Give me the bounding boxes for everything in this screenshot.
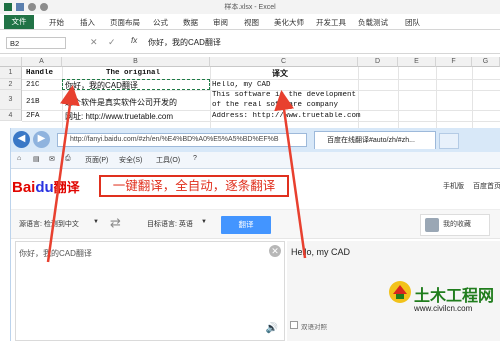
tab-file[interactable]: 文件	[4, 15, 34, 29]
browser-top-bar: ◀ ▶ http://fanyi.baidu.com/#zh/en/%E4%BD…	[11, 128, 500, 152]
tab-beautify[interactable]: 美化大师	[274, 17, 304, 28]
feeds-icon[interactable]: ▤	[33, 155, 40, 163]
tab-team[interactable]: 团队	[405, 17, 420, 28]
baidu-logo[interactable]: Baidu翻译	[12, 177, 80, 196]
cell-c2[interactable]: Hello, my CAD	[212, 81, 271, 89]
civilcn-logo-icon	[389, 281, 411, 303]
print-icon[interactable]: ⎙	[65, 155, 71, 163]
select-all-corner[interactable]	[0, 57, 22, 67]
slogan-banner: 一键翻译，全自动，逐条翻译	[99, 175, 289, 197]
bilingual-checkbox[interactable]	[290, 321, 298, 329]
confirm-icon[interactable]: ✓	[108, 37, 116, 48]
name-box[interactable]: B2	[6, 37, 66, 49]
cell-c4[interactable]: Address: http://www.truetable.com	[212, 112, 361, 120]
excel-window: 样本.xlsx - Excel 文件 开始 插入 页面布局 公式 数据 审阅 视…	[0, 0, 500, 128]
row-header-2[interactable]: 2	[0, 79, 22, 90]
tab-insert[interactable]: 插入	[80, 17, 95, 28]
translation-text: Hello, my CAD	[291, 247, 351, 257]
menu-safety[interactable]: 安全(S)	[119, 155, 142, 165]
clear-icon[interactable]: ✕	[269, 245, 281, 257]
column-header-g[interactable]: G	[472, 57, 500, 67]
user-icon	[425, 218, 439, 232]
mail-icon[interactable]: ✉	[49, 155, 55, 163]
cell-c1[interactable]: 译文	[272, 68, 288, 79]
cell-a1[interactable]: Handle	[26, 69, 53, 77]
column-header-b[interactable]: B	[62, 57, 210, 67]
swap-languages-icon[interactable]: ⇄	[110, 215, 121, 231]
watermark: 土木工程网 www.civilcn.com	[384, 278, 500, 341]
mobile-link[interactable]: 手机版	[443, 181, 464, 191]
tab-page-layout[interactable]: 页面布局	[110, 17, 140, 28]
home-icon[interactable]: ⌂	[17, 155, 21, 162]
watermark-title: 土木工程网	[414, 286, 495, 305]
tab-baidu-translate[interactable]: 百度在线翻译#auto/zh/#zh...	[314, 131, 436, 149]
translate-button[interactable]: 翻译	[221, 216, 271, 234]
cell-c3-line1[interactable]: This software is the development	[212, 91, 356, 99]
column-header-a[interactable]: A	[22, 57, 62, 67]
column-header-e[interactable]: E	[398, 57, 436, 67]
command-bar: ⌂ ▤ ✉ ⎙ 页面(P) 安全(S) 工具(O) ?	[11, 152, 500, 169]
bilingual-checkbox-label: 双语对照	[301, 324, 327, 331]
target-language-select[interactable]: 目标语言: 英语	[147, 219, 193, 229]
column-header-c[interactable]: C	[210, 57, 358, 67]
watermark-url: www.civilcn.com	[414, 304, 473, 313]
tab-developer[interactable]: 开发工具	[316, 17, 346, 28]
tab-data[interactable]: 数据	[183, 17, 198, 28]
tab-load-test[interactable]: 负载测试	[358, 17, 388, 28]
address-bar[interactable]: http://fanyi.baidu.com/#zh/en/%E4%BD%A0%…	[57, 133, 307, 147]
cancel-icon[interactable]: ✕	[90, 37, 98, 48]
translate-toolbar: 源语言: 检测到中文 ▼ ⇄ 目标语言: 英语 ▼ 翻译 我的收藏	[11, 209, 500, 239]
menu-page[interactable]: 页面(P)	[85, 155, 108, 165]
active-cell-marquee	[62, 79, 210, 90]
tab-formulas[interactable]: 公式	[153, 17, 168, 28]
help-icon[interactable]: ?	[193, 155, 197, 162]
source-language-select[interactable]: 源语言: 检测到中文	[19, 219, 79, 229]
baidu-home-link[interactable]: 百度首页	[473, 181, 500, 191]
cell-b3[interactable]: 这个软件是真实软件公司开发的	[65, 97, 177, 108]
formula-bar: B2 ✕ ✓ fx 你好，我的CAD翻译	[0, 31, 500, 54]
cell-a2[interactable]: 21C	[26, 81, 40, 89]
cell-c3-line2[interactable]: of the real software company	[212, 101, 338, 109]
tab-home[interactable]: 开始	[49, 17, 64, 28]
tab-review[interactable]: 审阅	[213, 17, 228, 28]
source-text[interactable]: 你好，我的CAD翻译	[19, 248, 92, 259]
source-text-area[interactable]: 你好，我的CAD翻译 ✕ 🔊	[15, 241, 285, 341]
fx-icon[interactable]: fx	[131, 36, 137, 45]
column-header-f[interactable]: F	[436, 57, 472, 67]
row-header-4[interactable]: 4	[0, 110, 22, 121]
excel-title-bar: 样本.xlsx - Excel	[0, 0, 500, 14]
ribbon-tabs: 文件 开始 插入 页面布局 公式 数据 审阅 视图 美化大师 开发工具 负载测试…	[0, 14, 500, 30]
chevron-down-icon: ▼	[93, 219, 99, 225]
new-tab-button[interactable]	[439, 133, 459, 149]
menu-tools[interactable]: 工具(O)	[156, 155, 180, 165]
column-header-d[interactable]: D	[358, 57, 398, 67]
cell-b4[interactable]: 网址: http://www.truetable.com	[65, 111, 173, 122]
my-collection-button[interactable]: 我的收藏	[420, 214, 490, 236]
row-header-3[interactable]: 3	[0, 90, 22, 110]
window-title: 样本.xlsx - Excel	[224, 4, 276, 11]
formula-input[interactable]: 你好，我的CAD翻译	[148, 37, 221, 48]
back-button[interactable]: ◀	[13, 131, 30, 148]
speaker-icon[interactable]: 🔊	[266, 323, 278, 334]
cell-b1[interactable]: The original	[106, 69, 160, 77]
cell-a4[interactable]: 2FA	[26, 112, 40, 120]
cell-a3[interactable]: 21B	[26, 98, 40, 106]
row-header-1[interactable]: 1	[0, 67, 22, 79]
tab-view[interactable]: 视图	[244, 17, 259, 28]
forward-button[interactable]: ▶	[33, 131, 50, 148]
spreadsheet-grid[interactable]: A B C D E F G 1 Handle The original 译文 2…	[0, 57, 500, 128]
chevron-down-icon: ▼	[201, 219, 207, 225]
